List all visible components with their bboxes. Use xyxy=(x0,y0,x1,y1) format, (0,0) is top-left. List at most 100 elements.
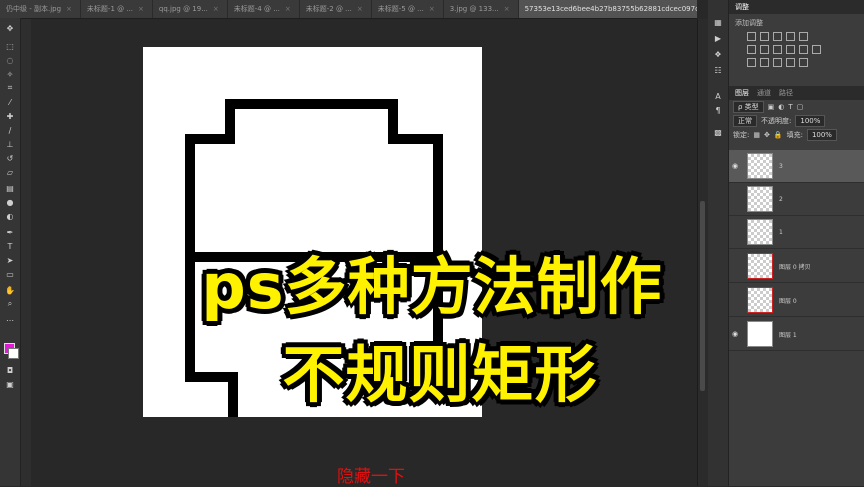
black-white-icon[interactable] xyxy=(773,45,782,54)
levels-icon[interactable] xyxy=(760,32,769,41)
hue-saturation-icon[interactable] xyxy=(747,45,756,54)
blur-icon[interactable]: ● xyxy=(4,196,16,208)
lasso-icon[interactable]: ◌ xyxy=(4,54,16,66)
collapsed-panel-strip: ▦ ▶ ❖ ☷ A ¶ ▩ xyxy=(708,0,729,486)
move-icon[interactable]: ✥ xyxy=(4,22,16,34)
tab-paths[interactable]: 路径 xyxy=(779,86,793,100)
lock-move-icon[interactable]: ✥ xyxy=(764,131,770,139)
close-icon[interactable]: × xyxy=(213,5,219,13)
layers-panel: 图层 通道 路径 ρ 类型 ▣ ◐ T ▢ 正常 不透明度: 100% 锁定: … xyxy=(729,86,864,142)
layers-panel-tabs: 图层 通道 路径 xyxy=(729,86,864,100)
brightness-icon[interactable] xyxy=(747,32,756,41)
layer-thumbnail xyxy=(747,186,773,212)
channel-mixer-icon[interactable] xyxy=(799,45,808,54)
gradient-icon[interactable]: ▤ xyxy=(4,182,16,194)
paragraph-panel-icon[interactable]: ¶ xyxy=(712,104,724,116)
marquee-icon[interactable]: ⬚ xyxy=(4,40,16,52)
healing-icon[interactable]: ✚ xyxy=(4,110,16,122)
history-panel-icon[interactable]: ▦ xyxy=(712,16,724,28)
subtitle-caption: 隐藏一下 xyxy=(337,467,405,487)
eye-icon[interactable]: ◉ xyxy=(729,330,741,338)
invert-icon[interactable] xyxy=(747,58,756,67)
tab-doc-active[interactable]: 57353e13ced6bee4b27b83755b62881cdcec097c… xyxy=(518,0,697,18)
tab-doc-6[interactable]: 未标题-5 @ ... × xyxy=(372,0,444,18)
layer-name: 2 xyxy=(779,195,783,203)
filter-pixel-icon[interactable]: ▣ xyxy=(768,103,775,111)
adjustments-panel-header: 调整 xyxy=(729,0,864,14)
selective-color-icon[interactable] xyxy=(786,58,795,67)
blend-row: 正常 不透明度: 100% xyxy=(729,114,864,128)
vibrance-icon[interactable] xyxy=(799,32,808,41)
crop-icon[interactable]: ⌗ xyxy=(4,82,16,94)
tab-doc-3[interactable]: qq.jpg @ 19... × xyxy=(153,0,228,18)
document-tab-bar: 仍中级 - 副本.jpg × 未标题-1 @ ... × qq.jpg @ 19..… xyxy=(0,0,697,19)
stamp-icon[interactable]: ⊥ xyxy=(4,138,16,150)
close-icon[interactable]: × xyxy=(357,5,363,13)
adjustment-row-2 xyxy=(729,43,864,56)
filter-shape-icon[interactable]: ▢ xyxy=(797,103,804,111)
eyedropper-icon[interactable]: ⁄ xyxy=(4,96,16,108)
fill-input[interactable]: 100% xyxy=(806,129,837,141)
tab-doc-7[interactable]: 3.jpg @ 133... × xyxy=(444,0,519,18)
close-icon[interactable]: × xyxy=(504,5,510,13)
tab-doc-5[interactable]: 未标题-2 @ ... × xyxy=(300,0,372,18)
color-balance-icon[interactable] xyxy=(760,45,769,54)
close-icon[interactable]: × xyxy=(66,5,72,13)
tab-channels[interactable]: 通道 xyxy=(757,86,771,100)
layer-filter-select[interactable]: ρ 类型 xyxy=(733,101,764,113)
layer-thumbnail xyxy=(747,153,773,179)
tab-doc-2[interactable]: 未标题-1 @ ... × xyxy=(81,0,153,18)
posterize-icon[interactable] xyxy=(760,58,769,67)
eraser-icon[interactable]: ▱ xyxy=(4,166,16,178)
layer-item[interactable]: 1 xyxy=(729,216,864,249)
eye-icon[interactable]: ◉ xyxy=(729,162,741,170)
layer-thumbnail xyxy=(747,321,773,347)
swatches-icon[interactable]: ▩ xyxy=(712,126,724,138)
dodge-icon[interactable]: ◐ xyxy=(4,210,16,222)
lock-pixels-icon[interactable]: ▦ xyxy=(753,131,760,139)
exposure-icon[interactable] xyxy=(786,32,795,41)
layer-item[interactable]: 图层 0 拷贝 xyxy=(729,250,864,283)
layer-name: 1 xyxy=(779,228,783,236)
layer-name: 图层 0 拷贝 xyxy=(779,263,811,271)
layer-item[interactable]: 图层 0 xyxy=(729,284,864,317)
layer-filter-row: ρ 类型 ▣ ◐ T ▢ xyxy=(729,100,864,114)
character-panel-icon[interactable]: A xyxy=(712,90,724,102)
tab-doc-1[interactable]: 仍中级 - 副本.jpg × xyxy=(0,0,81,18)
layer-item[interactable]: ◉ 图层 1 xyxy=(729,318,864,351)
layer-name: 图层 0 xyxy=(779,297,797,305)
curves-icon[interactable] xyxy=(773,32,782,41)
layer-thumbnail xyxy=(747,253,773,279)
close-icon[interactable]: × xyxy=(285,5,291,13)
lock-row: 锁定: ▦ ✥ 🔒 填充: 100% xyxy=(729,128,864,142)
tab-doc-4[interactable]: 未标题-4 @ ... × xyxy=(228,0,300,18)
play-action-icon[interactable]: ▶ xyxy=(712,32,724,44)
photo-filter-icon[interactable] xyxy=(786,45,795,54)
tab-layers[interactable]: 图层 xyxy=(735,86,749,100)
layer-item[interactable]: ◉ 3 xyxy=(729,150,864,183)
threshold-icon[interactable] xyxy=(773,58,782,67)
properties-icon[interactable]: ☷ xyxy=(712,64,724,76)
lock-label: 锁定: xyxy=(733,131,750,139)
adjustment-row-3 xyxy=(729,56,864,69)
layer-comps-icon[interactable]: ❖ xyxy=(712,48,724,60)
color-lookup-icon[interactable] xyxy=(812,45,821,54)
close-icon[interactable]: × xyxy=(429,5,435,13)
brush-icon[interactable]: ∕ xyxy=(4,124,16,136)
layer-item[interactable]: 2 xyxy=(729,183,864,216)
tab-adjustments[interactable]: 调整 xyxy=(735,0,749,14)
layer-name: 图层 1 xyxy=(779,331,797,339)
blend-mode-select[interactable]: 正常 xyxy=(733,115,757,127)
right-panels: 调整 添加调整 图层 通道 路径 ρ 类型 ▣ ◐ T ▢ 正常 不透明度: 1… xyxy=(729,0,864,486)
fill-label: 填充: xyxy=(786,131,803,139)
adjustment-row-1 xyxy=(729,30,864,43)
history-brush-icon[interactable]: ↺ xyxy=(4,152,16,164)
filter-adjust-icon[interactable]: ◐ xyxy=(778,103,784,111)
opacity-input[interactable]: 100% xyxy=(795,115,826,127)
gradient-map-icon[interactable] xyxy=(799,58,808,67)
lock-all-icon[interactable]: 🔒 xyxy=(774,131,783,139)
magic-wand-icon[interactable]: ✧ xyxy=(4,68,16,80)
filter-type-icon[interactable]: T xyxy=(788,103,792,111)
close-icon[interactable]: × xyxy=(138,5,144,13)
pen-icon[interactable]: ✒ xyxy=(4,226,16,238)
